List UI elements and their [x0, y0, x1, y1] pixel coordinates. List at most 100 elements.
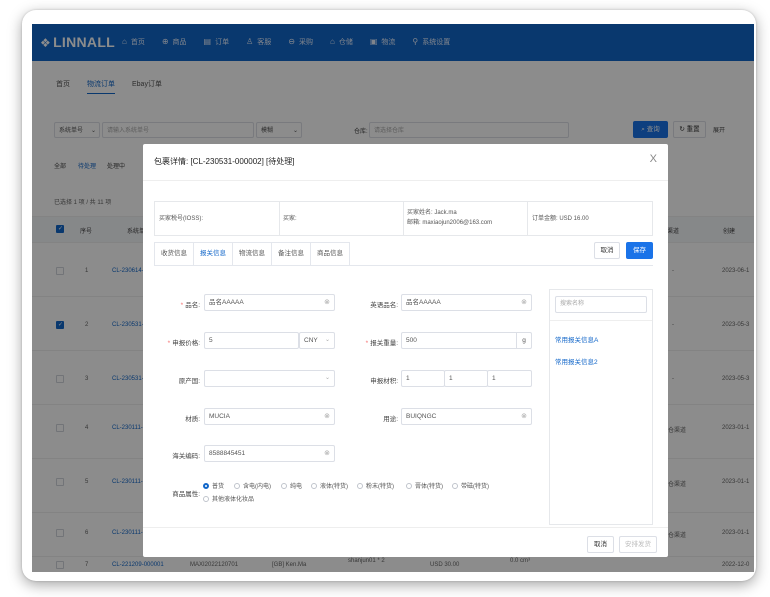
- input-value: 品名AAAAA: [209, 299, 244, 306]
- attr-radio-battery[interactable]: 纯电: [281, 481, 302, 490]
- input-value: 1: [406, 375, 410, 382]
- clear-icon[interactable]: ⊗: [521, 295, 527, 310]
- divider: [143, 180, 668, 181]
- weight-input[interactable]: 500 g: [401, 332, 532, 349]
- hs-code-input[interactable]: 8588845451 ⊗: [204, 445, 335, 462]
- clear-icon[interactable]: ⊗: [324, 409, 330, 424]
- input-placeholder: 搜索名称: [560, 301, 585, 307]
- select-value: CNY: [304, 337, 318, 344]
- input-value: 1: [449, 375, 453, 382]
- tab-logistics-info[interactable]: 物流信息: [232, 242, 272, 265]
- input-value: BUIQNGC: [406, 413, 437, 420]
- radio-label: 液体(特货): [320, 484, 348, 490]
- attr-radio-magnetic[interactable]: 带磁(特货): [452, 481, 489, 490]
- radio-circle: [452, 483, 458, 489]
- customs-search-input[interactable]: 搜索名称: [555, 296, 647, 313]
- attr-radio-liquid-cosmetic[interactable]: 其他液体化妆品: [203, 494, 254, 503]
- chevron-down-icon: ⌄: [324, 375, 330, 381]
- radio-circle: [234, 483, 240, 489]
- attr-radio-battery-inner[interactable]: 含电(内电): [234, 481, 271, 490]
- divider: [550, 320, 652, 321]
- radio-label: 普货: [212, 484, 225, 490]
- attr-radio-general[interactable]: 普货: [203, 481, 224, 490]
- customs-preset-item[interactable]: 常用报关信息2: [555, 356, 598, 366]
- radio-circle: [357, 483, 363, 489]
- radio-circle: [203, 496, 209, 502]
- divider: [527, 202, 528, 235]
- tab-goods-info[interactable]: 商品信息: [310, 242, 350, 265]
- usage-label: 用途:: [383, 416, 398, 423]
- modal-title: 包裹详情: [CL-230531-000002] [待处理]: [154, 157, 295, 166]
- buyer-label: 买家:: [283, 216, 297, 222]
- material-label: 材质:: [185, 416, 200, 423]
- cancel-button[interactable]: 取消: [594, 242, 620, 259]
- tab-underline: [154, 265, 653, 266]
- divider: [403, 202, 404, 235]
- close-icon[interactable]: X: [650, 153, 657, 165]
- attr-radio-paste[interactable]: 膏体(特货): [406, 481, 443, 490]
- size-width-input[interactable]: 1: [444, 370, 488, 387]
- input-value: 1: [492, 375, 496, 382]
- buyer-email: 邮箱: maxiaojun2006@163.com: [407, 220, 493, 226]
- radio-circle: [311, 483, 317, 489]
- size-label: 申报材积:: [370, 378, 398, 385]
- input-value: MUCIA: [209, 413, 230, 420]
- radio-label: 其他液体化妆品: [212, 497, 255, 503]
- input-value: 8588845451: [209, 450, 246, 457]
- required-mark: *: [180, 302, 184, 309]
- label-text: 申报价格:: [172, 340, 200, 347]
- customs-preset-item[interactable]: 常用报关信息A: [555, 334, 598, 344]
- input-value: 5: [209, 337, 213, 344]
- weight-label: * 报关重量:: [353, 337, 398, 347]
- radio-label: 膏体(特货): [415, 484, 443, 490]
- origin-select[interactable]: ⌄: [204, 370, 335, 387]
- radio-label: 纯电: [290, 484, 303, 490]
- label-text: 英语品名:: [370, 302, 398, 309]
- footer-cancel-button[interactable]: 取消: [587, 536, 614, 553]
- size-height-input[interactable]: 1: [487, 370, 532, 387]
- chevron-down-icon: ⌄: [324, 337, 330, 343]
- tab-shipping-info[interactable]: 收货信息: [154, 242, 194, 265]
- radio-circle: [203, 483, 209, 489]
- tab-customs-info[interactable]: 报关信息: [193, 242, 233, 265]
- price-input[interactable]: 5: [204, 332, 299, 349]
- required-mark: *: [167, 340, 171, 347]
- tab-remark-info[interactable]: 备注信息: [271, 242, 311, 265]
- name-label: * 品名:: [154, 299, 200, 309]
- attr-radio-liquid[interactable]: 液体(特货): [311, 481, 348, 490]
- buyer-tax-label: 买家税号(IOSS):: [159, 216, 204, 222]
- order-info-bar: 买家税号(IOSS): 买家: 买家姓名: Jack.ma 邮箱: maxiao…: [154, 201, 653, 236]
- clear-icon[interactable]: ⊗: [521, 409, 527, 424]
- hs-code-label: 海关编码:: [172, 453, 200, 460]
- currency-select[interactable]: CNY ⌄: [299, 332, 335, 349]
- english-name-label: 英语品名:: [353, 299, 398, 309]
- label-text: 报关重量:: [370, 340, 398, 347]
- clear-icon[interactable]: ⊗: [324, 446, 330, 461]
- modal-tabs: 收货信息 报关信息 物流信息 备注信息 商品信息: [154, 242, 350, 266]
- english-name-input[interactable]: 品名AAAAA ⊗: [401, 294, 532, 311]
- attr-radio-powder[interactable]: 粉末(特货): [357, 481, 394, 490]
- divider: [143, 527, 668, 528]
- common-customs-panel: 搜索名称 常用报关信息A 常用报关信息2: [549, 289, 653, 525]
- price-label: * 申报价格:: [154, 337, 200, 347]
- origin-label: 原产国:: [178, 378, 200, 385]
- size-length-input[interactable]: 1: [401, 370, 445, 387]
- clear-icon[interactable]: ⊗: [324, 295, 330, 310]
- arrange-shipment-button[interactable]: 安排发货: [619, 536, 657, 553]
- buyer-name: 买家姓名: Jack.ma: [407, 210, 457, 216]
- radio-label: 含电(内电): [243, 484, 271, 490]
- label-text: 品名:: [185, 302, 200, 309]
- screenshot-frame: ❖ LINNALL ⌂ 首页 ⊕ 商品 ▤ 订单 ♙ 客服 ⊖ 采购 ⌂ 仓储 ▣ 物流 ⚲ 系统…: [22, 10, 756, 581]
- app-window: ❖ LINNALL ⌂ 首页 ⊕ 商品 ▤ 订单 ♙ 客服 ⊖ 采购 ⌂ 仓储 ▣ 物流 ⚲ 系统…: [32, 24, 754, 572]
- material-input[interactable]: MUCIA ⊗: [204, 408, 335, 425]
- save-button[interactable]: 保存: [626, 242, 653, 259]
- usage-input[interactable]: BUIQNGC ⊗: [401, 408, 532, 425]
- package-detail-modal: 包裹详情: [CL-230531-000002] [待处理] X 买家税号(IO…: [143, 144, 668, 557]
- radio-circle: [281, 483, 287, 489]
- radio-circle: [406, 483, 412, 489]
- input-value: 品名AAAAA: [406, 299, 441, 306]
- input-value: 500: [406, 337, 417, 344]
- order-amount: 订单金额: USD 16.00: [532, 216, 589, 222]
- radio-label: 粉末(特货): [366, 484, 394, 490]
- name-input[interactable]: 品名AAAAA ⊗: [204, 294, 335, 311]
